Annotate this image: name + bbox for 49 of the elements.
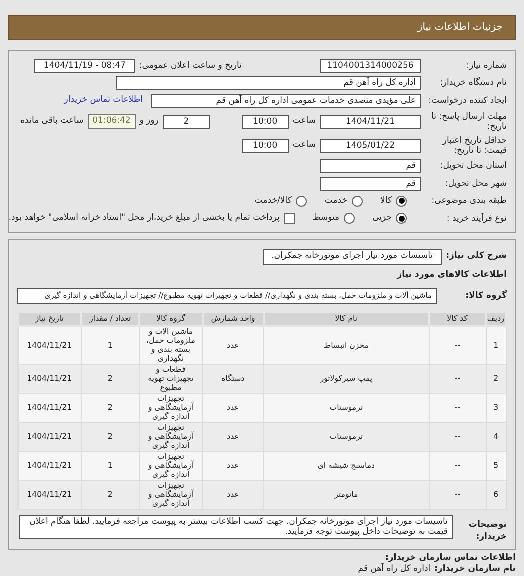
field-label: مهلت ارسال پاسخ: تا تاریخ: — [430, 112, 507, 132]
countdown-field: 01:06:42 — [88, 114, 136, 129]
field-label: نام سازمان خریدار: — [434, 564, 516, 575]
option-label: کالا/خدمت — [254, 194, 292, 208]
field-label: ساعت باقی مانده — [20, 115, 84, 128]
option-label: پرداخت تمام یا بخشی از مبلغ خرید،از محل "اسناد خزانه اسلامی" خواهد بود. — [8, 212, 280, 226]
field-label: ساعت — [292, 115, 316, 128]
field-label: تاریخ و ساعت اعلان عمومی: — [139, 60, 242, 72]
radio-button[interactable] — [296, 196, 307, 207]
section-heading: اطلاعات تماس سازمان خریدار: — [384, 552, 516, 564]
field-label: ساعت — [292, 139, 316, 152]
option-label: کالا — [380, 194, 392, 208]
radio-button[interactable] — [396, 213, 407, 224]
field-label: شرح کلی نیاز: — [446, 250, 507, 263]
field-value: اداره کل راه آهن قم — [116, 76, 421, 90]
option-label: متوسط — [312, 212, 340, 226]
field-value: اداره کل راه آهن قم — [358, 564, 431, 575]
radio-button[interactable] — [396, 196, 407, 207]
field-label: استان محل تحویل: — [439, 161, 507, 172]
field-value: 1104001314000256 — [320, 58, 421, 73]
field-label: گروه کالا: — [464, 290, 507, 302]
section-heading: اطلاعات کالاهای مورد نیاز — [396, 268, 507, 282]
field-label: طبقه بندی موضوعی: — [430, 196, 507, 206]
notes-box: تاسیسات مورد نیاز اجرای موتورخانه جمکران. جهت کسب اطلاعات بیشتر به پیوست مراجعه فرمایید. لطفا هنگام اعلان قیمت به توضیحات داخل پیوست توجه فرمایید. — [19, 514, 453, 539]
page-header: جزئیات اطلاعات نیاز — [8, 15, 516, 40]
field-value: 10:00 — [242, 138, 289, 152]
field-label: ایجاد کننده درخواست: — [428, 96, 507, 106]
radio-button[interactable] — [352, 196, 363, 207]
field-value: علی مؤیدی متصدی خدمات عمومی اداره کل راه آهن قم — [151, 94, 421, 108]
field-label: روز و — [140, 115, 159, 128]
option-label: خدمت — [324, 194, 348, 208]
radio-button[interactable] — [344, 213, 355, 224]
field-label: حداقل تاریخ اعتبار قیمت: تا تاریخ: — [442, 136, 507, 156]
field-value: 1404/11/19 - 08:47 — [34, 58, 136, 73]
contact-link[interactable]: اطلاعات تماس خریدار — [64, 94, 143, 108]
field-label: نوع فرآیند خرید : — [446, 214, 507, 224]
field-value: قم — [320, 159, 421, 174]
option-label: جزیی — [372, 212, 392, 226]
field-value: 1404/11/21 — [320, 114, 421, 128]
field-value: 2 — [162, 114, 210, 128]
field-label: شماره نیاز: — [466, 60, 507, 71]
field-label: شهر محل تحویل: — [444, 178, 507, 189]
field-value: قم — [320, 176, 421, 191]
field-value: 1405/01/22 — [320, 138, 421, 152]
field-value: 10:00 — [242, 114, 289, 128]
field-label: توضیحات خریدار: — [468, 518, 507, 543]
field-value: تاسیسات مورد نیاز اجرای موتورخانه جمکران. — [262, 248, 442, 264]
checkbox[interactable] — [284, 213, 295, 224]
field-label: نام دستگاه خریدار: — [439, 78, 507, 88]
